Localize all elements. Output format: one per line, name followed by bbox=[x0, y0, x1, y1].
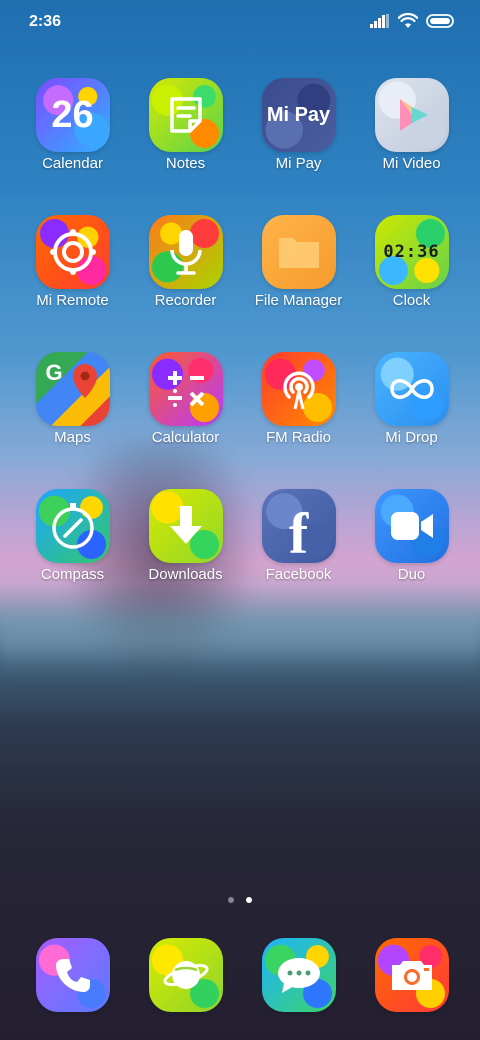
app-label: Notes bbox=[165, 155, 206, 172]
app-label: Mi Drop bbox=[385, 429, 438, 446]
mi-pay-glyph: Mi Pay bbox=[266, 103, 331, 126]
app-grid: 26 Calendar Notes Mi Pay Mi Pay Mi Video… bbox=[16, 78, 468, 626]
duo-icon bbox=[374, 489, 449, 563]
dock-camera[interactable] bbox=[355, 938, 468, 1012]
app-duo[interactable]: Duo bbox=[355, 489, 468, 626]
maps-icon: G bbox=[35, 352, 110, 426]
page-dot-2[interactable] bbox=[246, 897, 252, 903]
home-screen: 2:36 26 Calendar Notes Mi Pay Mi Pay Mi … bbox=[0, 0, 480, 1040]
app-label: File Manager bbox=[254, 292, 343, 309]
app-label: Maps bbox=[54, 429, 91, 446]
app-facebook[interactable]: f Facebook bbox=[242, 489, 355, 626]
app-label: Clock bbox=[392, 292, 431, 309]
camera-icon bbox=[374, 938, 449, 1012]
signal-icon bbox=[370, 14, 389, 28]
app-label: Calculator bbox=[151, 429, 220, 446]
fm-radio-icon bbox=[261, 352, 336, 426]
app-fm-radio[interactable]: FM Radio bbox=[242, 352, 355, 489]
clock-glyph: 02:36 bbox=[383, 242, 440, 262]
mi-pay-icon: Mi Pay bbox=[261, 78, 336, 152]
clock-icon: 02:36 bbox=[374, 215, 449, 289]
battery-icon bbox=[426, 14, 454, 28]
app-clock[interactable]: 02:36 Clock bbox=[355, 215, 468, 352]
app-recorder[interactable]: Recorder bbox=[129, 215, 242, 352]
status-bar: 2:36 bbox=[0, 0, 480, 44]
status-time: 2:36 bbox=[29, 13, 62, 30]
status-icons bbox=[370, 13, 456, 29]
app-label: Compass bbox=[40, 566, 105, 583]
app-label: Mi Video bbox=[382, 155, 441, 172]
recorder-icon bbox=[148, 215, 223, 289]
dock bbox=[16, 938, 468, 1012]
app-label: Duo bbox=[397, 566, 426, 583]
app-label: FM Radio bbox=[265, 429, 332, 446]
phone-icon bbox=[35, 938, 110, 1012]
facebook-icon: f bbox=[261, 489, 336, 564]
calendar-icon: 26 bbox=[35, 78, 110, 152]
browser-icon bbox=[148, 938, 223, 1012]
app-label: Recorder bbox=[154, 292, 217, 309]
app-label: Mi Pay bbox=[275, 155, 322, 172]
app-mi-drop[interactable]: Mi Drop bbox=[355, 352, 468, 489]
mi-video-icon bbox=[374, 78, 449, 152]
dock-messages[interactable] bbox=[242, 938, 355, 1012]
app-notes[interactable]: Notes bbox=[129, 78, 242, 215]
page-dot-1[interactable] bbox=[228, 897, 234, 903]
file-manager-icon bbox=[261, 215, 336, 289]
app-label: Mi Remote bbox=[36, 292, 109, 309]
downloads-icon bbox=[148, 489, 223, 563]
app-label: Calendar bbox=[42, 155, 103, 172]
app-compass[interactable]: Compass bbox=[16, 489, 129, 626]
facebook-glyph: f bbox=[288, 500, 309, 564]
dock-phone[interactable] bbox=[16, 938, 129, 1012]
app-file-manager[interactable]: File Manager bbox=[242, 215, 355, 352]
mi-drop-icon bbox=[374, 352, 449, 426]
compass-icon bbox=[35, 489, 110, 563]
app-calendar[interactable]: 26 Calendar bbox=[16, 78, 129, 215]
messages-icon bbox=[261, 938, 336, 1012]
app-mi-remote[interactable]: Mi Remote bbox=[16, 215, 129, 352]
maps-glyph: G bbox=[45, 360, 63, 385]
calculator-icon bbox=[148, 352, 223, 426]
page-indicator[interactable] bbox=[0, 897, 480, 903]
mi-remote-icon bbox=[35, 215, 110, 289]
app-mi-pay[interactable]: Mi Pay Mi Pay bbox=[242, 78, 355, 215]
app-downloads[interactable]: Downloads bbox=[129, 489, 242, 626]
dock-browser[interactable] bbox=[129, 938, 242, 1012]
wifi-icon bbox=[398, 13, 418, 28]
notes-icon bbox=[148, 78, 223, 152]
app-label: Facebook bbox=[265, 566, 332, 583]
app-maps[interactable]: G Maps bbox=[16, 352, 129, 489]
app-label: Downloads bbox=[148, 566, 223, 583]
app-calculator[interactable]: Calculator bbox=[129, 352, 242, 489]
calendar-date: 26 bbox=[51, 93, 94, 136]
app-mi-video[interactable]: Mi Video bbox=[355, 78, 468, 215]
